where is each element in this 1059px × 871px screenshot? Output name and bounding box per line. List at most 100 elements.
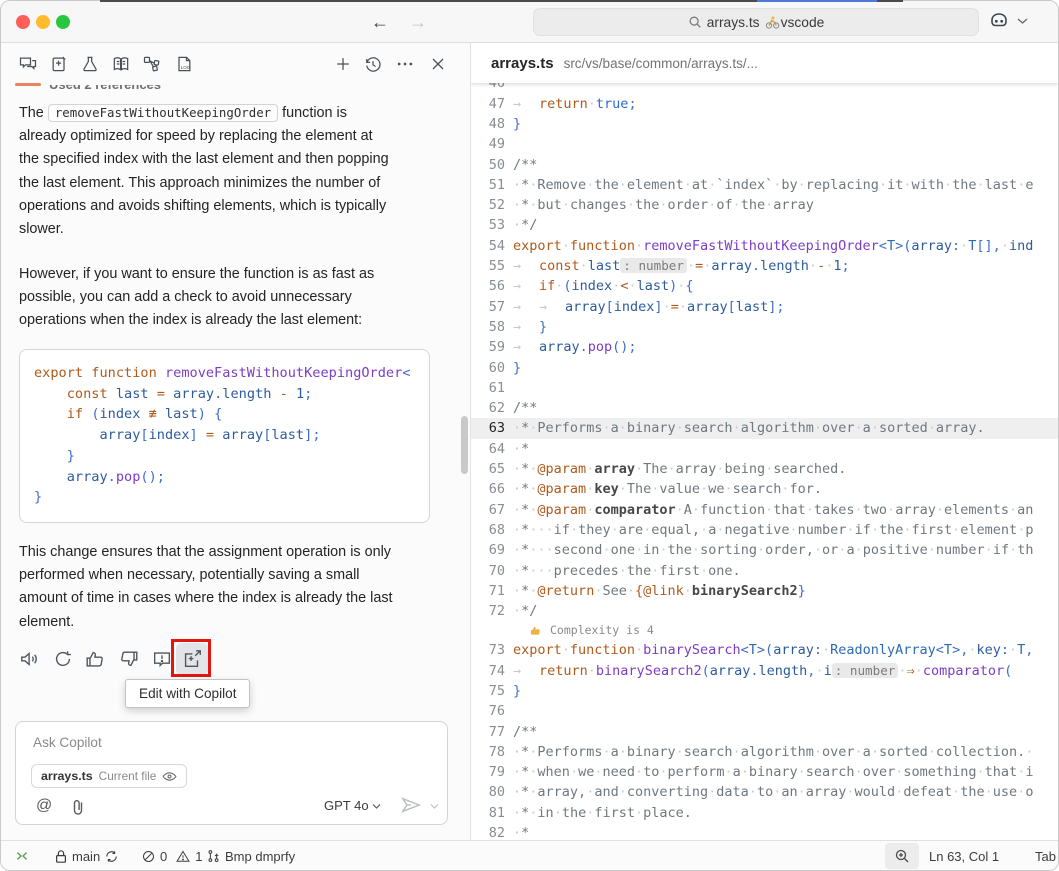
code-line-66[interactable]: 66·*·@param·key·The·value·we·search·for. <box>471 479 1058 499</box>
beaker-icon[interactable] <box>80 54 100 74</box>
close-traffic-light[interactable] <box>16 15 30 29</box>
context-chip[interactable]: arrays.ts Current file <box>31 764 187 788</box>
back-button[interactable]: ← <box>371 10 389 34</box>
chat-discussion-icon[interactable] <box>18 54 38 74</box>
codelens-complexity[interactable]: Complexity is 4 <box>471 621 1058 640</box>
code-line-81[interactable]: 81·*·in·the·first·place. <box>471 803 1058 823</box>
pull-request-indicator[interactable]: Bmp dmprfy <box>206 841 295 871</box>
zoom-traffic-light[interactable] <box>56 15 70 29</box>
code-line-56[interactable]: 56→if·(index·<·last)·{ <box>471 276 1058 296</box>
code-line-72[interactable]: 72·*/ <box>471 601 1058 621</box>
code-line-64[interactable]: 64·* <box>471 439 1058 459</box>
code-line-47[interactable]: 47→return·true; <box>471 94 1058 114</box>
code-line-50[interactable]: 50/** <box>471 155 1058 175</box>
code-line-52[interactable]: 52·*·but·changes·the·order·of·the·array <box>471 195 1058 215</box>
line-number[interactable]: 68 <box>471 520 505 540</box>
chat-input-box[interactable]: Ask Copilot arrays.ts Current file @ GPT… <box>15 721 448 825</box>
type-hierarchy-icon[interactable] <box>142 54 162 74</box>
copilot-menu[interactable] <box>987 9 1028 33</box>
line-number[interactable]: 52 <box>471 195 505 215</box>
code-line-53[interactable]: 53·*/ <box>471 215 1058 235</box>
code-line-74[interactable]: 74→return·binarySearch2(array.length,·i:… <box>471 661 1058 681</box>
code-line-59[interactable]: 59→array.pop(); <box>471 337 1058 357</box>
line-number[interactable]: 66 <box>471 479 505 499</box>
code-line-69[interactable]: 69·*···second·one·in·the·sorting·order,·… <box>471 540 1058 560</box>
history-icon[interactable] <box>363 54 383 74</box>
attach-icon[interactable] <box>70 798 86 816</box>
code-line-49[interactable]: 49 <box>471 134 1058 154</box>
line-number[interactable]: 64 <box>471 439 505 459</box>
line-number[interactable]: 73 <box>471 640 505 660</box>
code-line-82[interactable]: 82·* <box>471 823 1058 840</box>
line-number[interactable]: 47 <box>471 94 505 114</box>
code-line-57[interactable]: 57→→array[index]·=·array[last]; <box>471 297 1058 317</box>
line-number[interactable]: 74 <box>471 661 505 681</box>
code-line-58[interactable]: 58→} <box>471 317 1058 337</box>
model-picker[interactable]: GPT 4o <box>324 798 369 813</box>
code-line-75[interactable]: 75} <box>471 681 1058 701</box>
line-number[interactable]: 48 <box>471 114 505 134</box>
code-line-80[interactable]: 80·*·array,·and·converting·data·to·an·ar… <box>471 782 1058 802</box>
line-number[interactable]: 57 <box>471 297 505 317</box>
line-number[interactable]: 53 <box>471 215 505 235</box>
close-icon[interactable] <box>428 54 448 74</box>
line-number[interactable]: 58 <box>471 317 505 337</box>
line-number[interactable]: 62 <box>471 398 505 418</box>
line-number[interactable]: 65 <box>471 459 505 479</box>
line-number[interactable]: 81 <box>471 803 505 823</box>
send-chevron-icon[interactable] <box>430 803 439 810</box>
code-line-63[interactable]: 63·*·Performs·a·binary·search·algorithm·… <box>471 418 1058 438</box>
code-line-68[interactable]: 68·*···if·they·are·equal,·a·negative·num… <box>471 520 1058 540</box>
code-line-79[interactable]: 79·*·when·we·need·to·perform·a·binary·se… <box>471 762 1058 782</box>
line-number[interactable]: 60 <box>471 358 505 378</box>
eye-icon[interactable] <box>162 771 177 782</box>
line-number[interactable]: 82 <box>471 823 505 840</box>
editor-sticky-header[interactable]: arrays.ts src/vs/base/common/arrays.ts/.… <box>471 43 1058 83</box>
line-number[interactable]: 72 <box>471 601 505 621</box>
code-line-71[interactable]: 71·*·@return·See·{@link·binarySearch2} <box>471 581 1058 601</box>
cursor-position[interactable]: Ln 63, Col 1 <box>929 841 999 871</box>
code-line-73[interactable]: 73export·function·binarySearch<T>(array:… <box>471 640 1058 660</box>
output-log-icon[interactable]: LOG <box>174 54 194 74</box>
remote-indicator[interactable] <box>13 841 31 871</box>
code-line-61[interactable]: 61 <box>471 378 1058 398</box>
thumbs-down-icon[interactable] <box>118 648 140 670</box>
code-line-65[interactable]: 65·*·@param·array·The·array·being·search… <box>471 459 1058 479</box>
line-number[interactable]: 69 <box>471 540 505 560</box>
new-chat-icon[interactable] <box>333 54 353 74</box>
send-icon[interactable] <box>400 795 422 815</box>
code-line-51[interactable]: 51·*·Remove·the·element·at·`index`·by·re… <box>471 175 1058 195</box>
chat-scrollbar[interactable] <box>461 416 468 474</box>
code-line-55[interactable]: 55→const·last: number·=·array.length·-·1… <box>471 256 1058 276</box>
report-issue-icon[interactable] <box>151 648 173 670</box>
thumbs-up-icon[interactable] <box>84 648 106 670</box>
new-edit-session-icon[interactable] <box>49 54 69 74</box>
more-actions-icon[interactable] <box>395 54 415 74</box>
code-line-70[interactable]: 70·*···precedes·the·first·one. <box>471 561 1058 581</box>
code-line-67[interactable]: 67·*·@param·comparator·A·function·that·t… <box>471 500 1058 520</box>
used-references[interactable]: Used 2 references <box>49 85 161 95</box>
line-number[interactable]: 55 <box>471 256 505 276</box>
line-number[interactable]: 80 <box>471 782 505 802</box>
model-chevron-icon[interactable] <box>372 803 381 810</box>
line-number[interactable]: 63 <box>471 418 505 438</box>
line-number[interactable]: 77 <box>471 722 505 742</box>
code-line-60[interactable]: 60} <box>471 358 1058 378</box>
line-number[interactable]: 75 <box>471 681 505 701</box>
line-number[interactable]: 78 <box>471 742 505 762</box>
zoom-in-control[interactable] <box>885 843 919 869</box>
code-line-76[interactable]: 76 <box>471 701 1058 721</box>
code-area[interactable]: 4647→return·true;48}4950/**51·*·Remove·t… <box>471 73 1058 840</box>
code-line-54[interactable]: 54export·function·removeFastWithoutKeepi… <box>471 236 1058 256</box>
line-number[interactable]: 61 <box>471 378 505 398</box>
line-number[interactable]: 54 <box>471 236 505 256</box>
code-line-48[interactable]: 48} <box>471 114 1058 134</box>
branch-indicator[interactable]: main <box>54 841 119 871</box>
retry-icon[interactable] <box>52 648 74 670</box>
line-number[interactable]: 50 <box>471 155 505 175</box>
command-center-search[interactable]: arrays.ts vscode <box>533 8 979 36</box>
code-line-62[interactable]: 62/** <box>471 398 1058 418</box>
line-number[interactable]: 70 <box>471 561 505 581</box>
code-line-77[interactable]: 77/** <box>471 722 1058 742</box>
line-number[interactable]: 59 <box>471 337 505 357</box>
